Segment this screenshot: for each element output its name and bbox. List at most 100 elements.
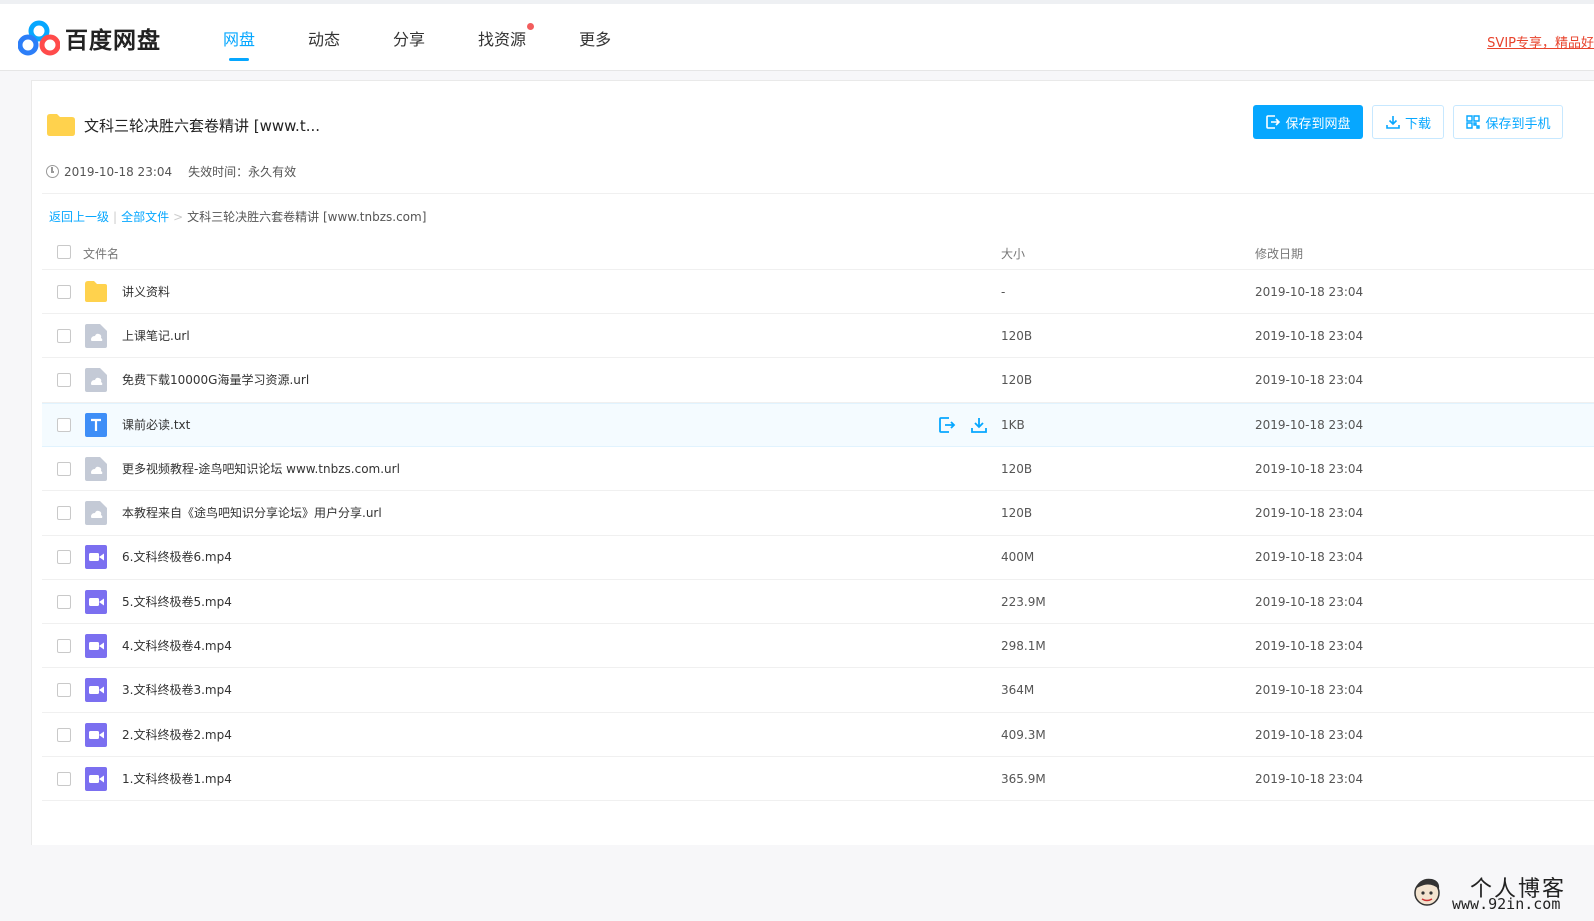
save-to-pan-label: 保存到网盘	[1285, 116, 1351, 132]
table-row[interactable]: 2.文科终极卷2.mp4 409.3M 2019-10-18 23:04	[42, 713, 1594, 757]
table-row[interactable]: 1.文科终极卷1.mp4 365.9M 2019-10-18 23:04	[42, 757, 1594, 802]
breadcrumb: 返回上一级 | 全部文件 > 文科三轮决胜六套卷精讲 [www.tnbzs.co…	[49, 208, 426, 225]
nav-gengduo[interactable]: 更多	[579, 26, 611, 62]
row-checkbox[interactable]	[57, 727, 71, 742]
row-checkbox[interactable]	[57, 638, 71, 653]
blog-watermark: 个人博客 www.92in.com	[1410, 871, 1594, 921]
share-name: 文科三轮决胜六套卷精讲 [www.t...	[84, 116, 321, 135]
file-date: 2019-10-18 23:04	[1255, 594, 1364, 609]
row-checkbox[interactable]	[57, 373, 71, 388]
file-name[interactable]: 上课笔记.url	[122, 328, 190, 344]
file-size: 120B	[1001, 506, 1033, 520]
row-checkbox[interactable]	[57, 417, 71, 432]
file-date: 2019-10-18 23:04	[1255, 638, 1364, 653]
baidu-pan-logo[interactable]: 百度网盘	[18, 20, 161, 56]
file-date: 2019-10-18 23:04	[1255, 461, 1364, 476]
row-checkbox[interactable]	[57, 594, 71, 609]
file-name[interactable]: 更多视频教程-途鸟吧知识论坛 www.tnbzs.com.url	[122, 461, 400, 477]
created-time: 2019-10-18 23:04	[64, 164, 173, 179]
save-to-pan-button[interactable]: 保存到网盘	[1253, 105, 1363, 139]
watermark-url: www.92in.com	[1452, 895, 1561, 913]
file-size: 120B	[1001, 461, 1033, 476]
notification-dot	[527, 23, 535, 30]
table-row[interactable]: 讲义资料 - 2019-10-18 23:04	[42, 270, 1594, 314]
table-row[interactable]: 6.文科终极卷6.mp4 400M 2019-10-18 23:04	[42, 536, 1594, 580]
video-file-icon	[85, 766, 107, 791]
share-meta: 2019-10-18 23:04 失效时间：永久有效	[46, 163, 296, 180]
video-file-icon	[85, 722, 107, 747]
nav-dongtai[interactable]: 动态	[308, 26, 340, 62]
table-row[interactable]: 4.文科终极卷4.mp4 298.1M 2019-10-18 23:04	[42, 624, 1594, 669]
column-name-header[interactable]: 文件名	[83, 245, 119, 262]
column-size-header[interactable]: 大小	[1001, 245, 1025, 262]
file-size: 120B	[1001, 328, 1033, 343]
file-date: 2019-10-18 23:04	[1255, 771, 1364, 786]
row-checkbox[interactable]	[57, 683, 71, 698]
file-size: 400M	[1001, 550, 1035, 565]
share-card: 文科三轮决胜六套卷精讲 [www.t... 2019-10-18 23:04 失…	[31, 80, 1594, 913]
file-name[interactable]: 5.文科终极卷5.mp4	[122, 594, 232, 610]
table-row[interactable]: 免费下载10000G海量学习资源.url 120B 2019-10-18 23:04	[42, 359, 1594, 403]
select-all-checkbox[interactable]	[57, 244, 71, 259]
save-icon	[1266, 115, 1281, 129]
column-date-header[interactable]: 修改日期	[1255, 245, 1303, 262]
file-date: 2019-10-18 23:04	[1255, 506, 1364, 520]
file-name[interactable]: 本教程来自《途鸟吧知识分享论坛》用户分享.url	[122, 505, 382, 521]
row-checkbox[interactable]	[57, 328, 71, 343]
download-icon	[1386, 116, 1400, 129]
file-size: -	[1001, 284, 1006, 299]
breadcrumb-back-link[interactable]: 返回上一级	[49, 208, 109, 225]
file-name[interactable]: 讲义资料	[122, 284, 170, 300]
nav-wangpan[interactable]: 网盘	[223, 26, 255, 62]
file-size: 364M	[1001, 683, 1035, 698]
breadcrumb-current: 文科三轮决胜六套卷精讲 [www.tnbzs.com]	[187, 210, 427, 224]
logo-text: 百度网盘	[65, 28, 161, 54]
video-file-icon	[85, 589, 107, 614]
link-file-icon	[85, 368, 107, 393]
nav-zhaoziyuan-label: 找资源	[478, 30, 527, 49]
file-name[interactable]: 3.文科终极卷3.mp4	[122, 682, 232, 698]
row-checkbox[interactable]	[57, 550, 71, 565]
folder-icon	[85, 280, 107, 302]
file-date: 2019-10-18 23:04	[1255, 683, 1364, 698]
file-name[interactable]: 4.文科终极卷4.mp4	[122, 638, 232, 654]
video-file-icon	[85, 545, 107, 570]
main-nav: 网盘 动态 分享 找资源 更多	[223, 23, 664, 62]
row-save-icon[interactable]	[937, 415, 957, 435]
table-header: 文件名 大小 修改日期	[42, 234, 1594, 270]
video-file-icon	[85, 633, 107, 658]
table-row[interactable]: 5.文科终极卷5.mp4 223.9M 2019-10-18 23:04	[42, 580, 1594, 625]
table-row[interactable]: 3.文科终极卷3.mp4 364M 2019-10-18 23:04	[42, 669, 1594, 713]
file-name[interactable]: 6.文科终极卷6.mp4	[122, 549, 232, 565]
save-to-phone-button[interactable]: 保存到手机	[1453, 105, 1563, 139]
breadcrumb-bar: |	[113, 209, 118, 224]
expire-time: 失效时间：永久有效	[188, 165, 297, 179]
row-checkbox[interactable]	[57, 771, 71, 786]
table-row[interactable]: 更多视频教程-途鸟吧知识论坛 www.tnbzs.com.url 120B 2019…	[42, 447, 1594, 492]
row-download-icon[interactable]	[969, 415, 989, 435]
link-file-icon	[85, 456, 107, 481]
file-date: 2019-10-18 23:04	[1255, 417, 1364, 432]
svip-promo-link[interactable]: SVIP专享，精品好	[1487, 32, 1594, 51]
nav-fenxiang[interactable]: 分享	[393, 26, 425, 62]
table-row[interactable]: 课前必读.txt 1KB 2019-10-18 23:04	[42, 402, 1594, 447]
download-button[interactable]: 下载	[1372, 105, 1444, 139]
qr-code-icon	[1466, 115, 1481, 129]
file-date: 2019-10-18 23:04	[1255, 550, 1364, 565]
table-row[interactable]: 上课笔记.url 120B 2019-10-18 23:04	[42, 314, 1594, 359]
row-checkbox[interactable]	[57, 506, 71, 520]
breadcrumb-all-files-link[interactable]: 全部文件	[121, 208, 169, 225]
file-name[interactable]: 免费下载10000G海量学习资源.url	[122, 372, 309, 388]
file-name[interactable]: 2.文科终极卷2.mp4	[122, 727, 232, 743]
row-checkbox[interactable]	[57, 461, 71, 476]
clock-icon	[46, 165, 59, 178]
file-name[interactable]: 课前必读.txt	[122, 417, 190, 433]
row-checkbox[interactable]	[57, 284, 71, 299]
folder-icon	[47, 114, 75, 136]
file-date: 2019-10-18 23:04	[1255, 284, 1364, 299]
file-name[interactable]: 1.文科终极卷1.mp4	[122, 771, 232, 787]
nav-zhaoziyuan[interactable]: 找资源	[478, 23, 535, 62]
row-actions	[937, 415, 1001, 435]
text-file-icon	[85, 412, 107, 437]
table-row[interactable]: 本教程来自《途鸟吧知识分享论坛》用户分享.url 120B 2019-10-18 2…	[42, 492, 1594, 536]
